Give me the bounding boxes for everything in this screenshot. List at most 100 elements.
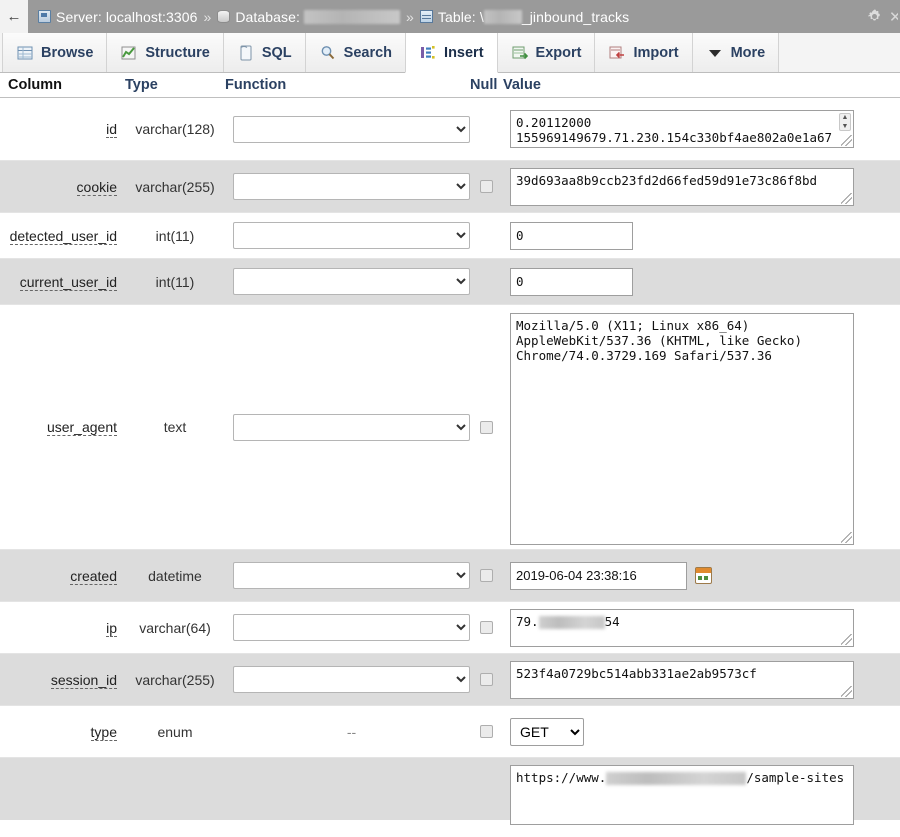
function-select-ip[interactable] <box>233 614 470 641</box>
value-input-detected-user-id[interactable] <box>510 221 633 250</box>
table-row: session_id varchar(255) 523f4a0729bc514a… <box>0 654 900 706</box>
null-checkbox-type[interactable] <box>480 725 493 738</box>
sql-icon <box>237 44 255 62</box>
row-null-cell <box>470 569 503 582</box>
value-textarea-url[interactable]: https://www. /sample-sites <box>510 765 854 825</box>
row-value-cell: 0.20112000 155969149679.71.230.154c330bf… <box>503 110 900 148</box>
column-link-type[interactable]: type <box>90 723 117 741</box>
null-checkbox-cookie[interactable] <box>480 180 493 193</box>
function-select-detected-user-id[interactable] <box>233 222 470 249</box>
tab-import[interactable]: Import <box>594 33 693 72</box>
table-row: https://www. /sample-sites <box>0 758 900 825</box>
breadcrumb-server[interactable]: Server: localhost:3306 <box>38 9 198 25</box>
main-tabs: Browse Structure SQL Search Insert Expor… <box>0 33 900 73</box>
table-row: user_agent text Mozilla/5.0 (X11; Linux … <box>0 305 900 550</box>
table-row: detected_user_id int(11) <box>0 213 900 259</box>
row-column-type: varchar(255) <box>135 671 215 688</box>
resize-grip[interactable] <box>841 532 852 543</box>
row-function-cell <box>225 614 470 641</box>
breadcrumb-separator-1: » <box>203 8 212 25</box>
search-icon <box>319 44 337 62</box>
tab-search[interactable]: Search <box>304 33 407 72</box>
tab-sql-label: SQL <box>261 44 292 61</box>
value-input-created[interactable] <box>510 561 687 590</box>
close-icon[interactable]: ✕ <box>889 8 898 26</box>
insert-icon <box>419 44 437 62</box>
insert-form-grid: Column Type Function Null Value id varch… <box>0 73 900 825</box>
database-icon <box>217 10 231 23</box>
row-column-type: datetime <box>148 567 202 584</box>
null-checkbox-user-agent[interactable] <box>480 420 493 434</box>
row-function-cell <box>225 173 470 200</box>
value-text: 39d693aa8b9ccb23fd2d66fed59d91e73c86f8bd <box>516 172 818 188</box>
row-null-cell <box>470 621 503 634</box>
column-link-user-agent[interactable]: user_agent <box>46 419 117 436</box>
tab-export-label: Export <box>535 44 582 61</box>
value-line-1: 0.20112000 <box>516 115 592 130</box>
function-select-user-agent[interactable] <box>233 413 470 441</box>
function-select-cookie[interactable] <box>233 173 470 200</box>
resize-grip[interactable] <box>841 633 852 645</box>
row-column-name: detected_user_id <box>0 227 125 245</box>
function-none: -- <box>346 723 357 740</box>
column-link-session-id[interactable]: session_id <box>50 671 117 689</box>
tab-browse[interactable]: Browse <box>2 33 108 72</box>
function-select-created[interactable] <box>233 562 470 589</box>
table-row: created datetime <box>0 550 900 602</box>
value-textarea-id-wrap: 0.20112000 155969149679.71.230.154c330bf… <box>510 110 854 148</box>
value-line-3: Chrome/74.0.3729.169 Safari/537.36 <box>516 348 772 363</box>
column-link-id[interactable]: id <box>106 121 117 138</box>
row-column-name: cookie <box>0 178 125 196</box>
value-input-current-user-id[interactable] <box>510 267 633 296</box>
value-line-2: AppleWebKit/537.36 (KHTML, like Gecko) <box>516 333 802 348</box>
tab-export[interactable]: Export <box>496 33 596 72</box>
column-link-current-user-id[interactable]: current_user_id <box>19 273 117 291</box>
tab-more[interactable]: More <box>691 33 780 72</box>
column-link-detected-user-id[interactable]: detected_user_id <box>9 227 117 245</box>
function-select-current-user-id[interactable] <box>233 268 470 295</box>
table-icon <box>419 10 433 23</box>
value-textarea-ip[interactable]: 79. 54 <box>510 608 854 647</box>
value-textarea-user-agent[interactable]: Mozilla/5.0 (X11; Linux x86_64) AppleWeb… <box>510 313 854 545</box>
row-function-cell <box>225 268 470 295</box>
tab-insert[interactable]: Insert <box>405 33 498 73</box>
value-textarea-id[interactable]: 0.20112000 155969149679.71.230.154c330bf… <box>510 110 854 148</box>
resize-grip[interactable] <box>841 685 852 697</box>
value-prefix: https://www. <box>516 770 607 785</box>
value-line-1: Mozilla/5.0 (X11; Linux x86_64) <box>516 318 750 333</box>
breadcrumb-table[interactable]: Table: \ _jinbound_tracks <box>419 9 629 25</box>
breadcrumb-database-label: Database: <box>235 8 301 25</box>
value-textarea-cookie[interactable]: 39d693aa8b9ccb23fd2d66fed59d91e73c86f8bd <box>510 167 854 206</box>
null-checkbox-ip[interactable] <box>480 621 493 634</box>
row-value-cell: Mozilla/5.0 (X11; Linux x86_64) AppleWeb… <box>503 309 900 545</box>
server-icon <box>38 10 51 23</box>
export-icon <box>511 44 529 62</box>
resize-grip[interactable] <box>841 192 852 204</box>
value-textarea-session-id[interactable]: 523f4a0729bc514abb331ae2ab9573cf <box>510 660 854 699</box>
row-value-cell: 39d693aa8b9ccb23fd2d66fed59d91e73c86f8bd <box>503 167 900 206</box>
breadcrumb-separator-2: » <box>406 8 414 25</box>
value-redacted <box>606 772 747 785</box>
table-row: id varchar(128) 0.20112000 155969149679.… <box>0 98 900 161</box>
row-column-name: created <box>0 567 125 585</box>
value-select-type[interactable]: GET <box>510 717 584 746</box>
value-scrollbar-id[interactable]: ▲ ▼ <box>839 113 851 131</box>
breadcrumb-actions: ✕ <box>866 0 900 33</box>
function-select-id[interactable] <box>233 115 470 143</box>
calendar-icon[interactable] <box>695 567 712 584</box>
tab-structure[interactable]: Structure <box>106 33 224 72</box>
row-column-name: id <box>0 121 125 138</box>
back-button[interactable]: ← <box>0 0 28 33</box>
column-link-ip[interactable]: ip <box>106 619 117 637</box>
column-link-cookie[interactable]: cookie <box>76 178 117 196</box>
null-checkbox-session-id[interactable] <box>480 673 493 686</box>
null-checkbox-created[interactable] <box>480 569 493 582</box>
breadcrumb-database[interactable]: Database: <box>217 8 401 25</box>
column-link-created[interactable]: created <box>70 567 117 585</box>
header-type: Type <box>125 77 158 93</box>
resize-grip[interactable] <box>841 135 852 146</box>
gear-icon[interactable] <box>866 8 883 25</box>
tab-sql[interactable]: SQL <box>222 33 306 72</box>
row-column-name: ip <box>0 619 125 637</box>
function-select-session-id[interactable] <box>233 666 470 693</box>
